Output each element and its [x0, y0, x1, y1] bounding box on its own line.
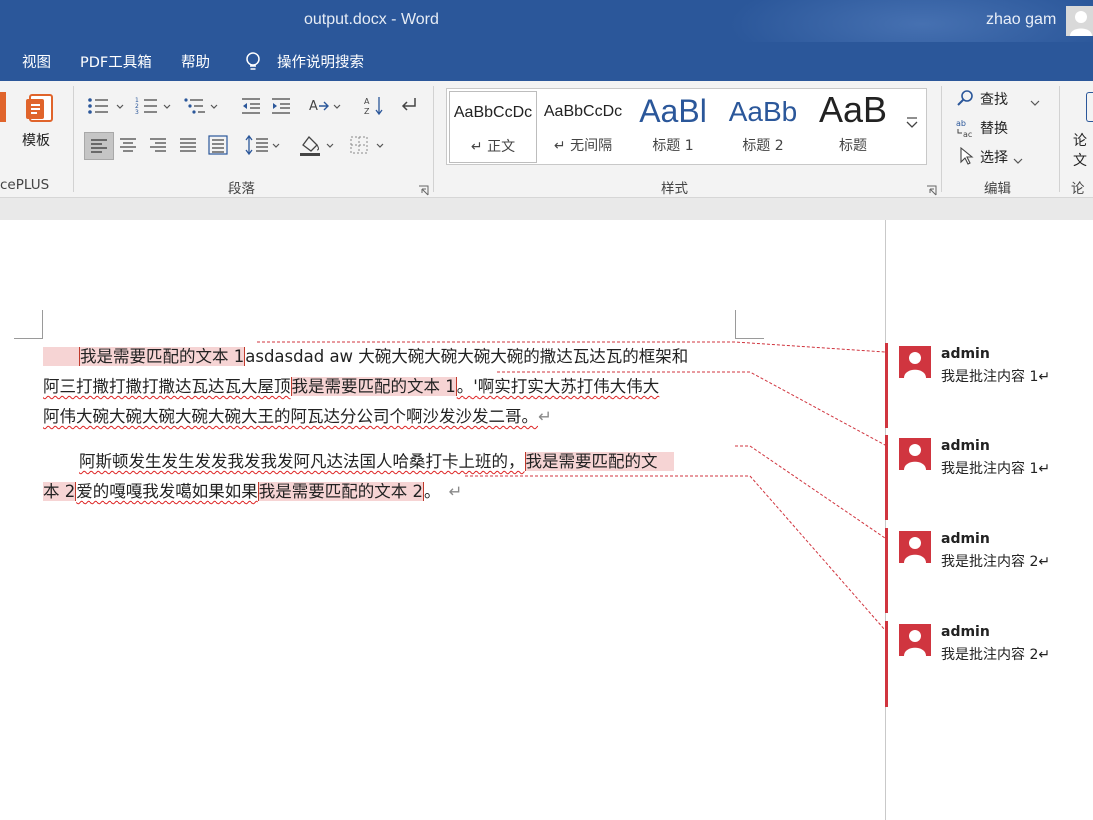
- comment-avatar: [899, 624, 931, 656]
- comment-text[interactable]: 我是批注内容 1↵: [941, 366, 1050, 386]
- comment-author: admin: [941, 531, 990, 547]
- comment-author: admin: [941, 346, 990, 362]
- person-icon: [904, 444, 926, 470]
- person-icon: [904, 630, 926, 656]
- comment-connectors: [257, 341, 886, 631]
- comment-author: admin: [941, 438, 990, 454]
- comment-text[interactable]: 我是批注内容 2↵: [941, 644, 1050, 664]
- comment-bar: [885, 528, 888, 613]
- comment-avatar: [899, 531, 931, 563]
- comment-bar: [885, 435, 888, 520]
- comment-avatar: [899, 346, 931, 378]
- connector-line: [497, 371, 886, 446]
- person-icon: [904, 352, 926, 378]
- connector-line: [735, 445, 886, 539]
- comment-avatar: [899, 438, 931, 470]
- connector-line: [465, 475, 886, 631]
- comment-bar: [885, 621, 888, 707]
- person-icon: [904, 537, 926, 563]
- comment-bar: [885, 343, 888, 428]
- connector-line: [257, 341, 886, 353]
- comment-text[interactable]: 我是批注内容 1↵: [941, 458, 1050, 478]
- comment-author: admin: [941, 624, 990, 640]
- comment-text[interactable]: 我是批注内容 2↵: [941, 551, 1050, 571]
